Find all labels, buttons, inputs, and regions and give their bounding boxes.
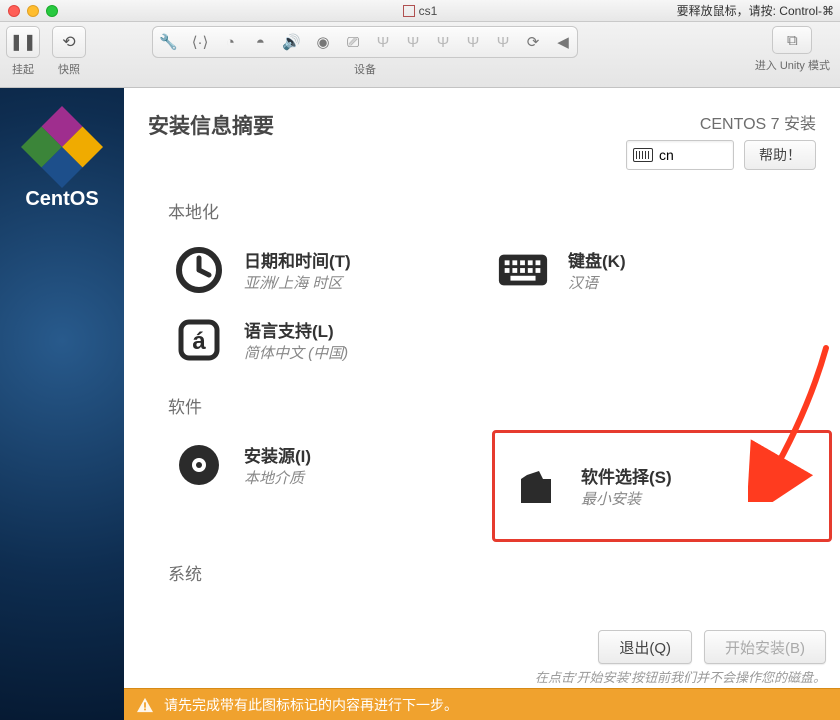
sound-icon[interactable]: 🔊 [282, 33, 301, 51]
network-icon[interactable]: ⟨·⟩ [192, 33, 209, 51]
warning-icon [136, 697, 154, 713]
refresh-icon[interactable]: ⟳ [525, 33, 541, 51]
brand-text: CentOS [25, 188, 98, 211]
spoke-status: 本地介质 [244, 467, 311, 488]
svg-text:á: á [192, 328, 206, 355]
vm-icon [403, 5, 415, 17]
package-icon [509, 459, 563, 513]
unity-label: 进入 Unity 模式 [755, 57, 830, 73]
spoke-kdump[interactable]: KDUMP [492, 597, 802, 606]
spoke-title: 语言支持(L) [244, 317, 348, 342]
zoom-icon[interactable] [46, 5, 58, 17]
harddrive-icon [172, 605, 226, 606]
quit-button[interactable]: 退出(Q) [598, 630, 692, 664]
printer-icon[interactable]: ⎚ [345, 34, 361, 51]
keyboard-big-icon [496, 243, 550, 297]
disc-icon [172, 438, 226, 492]
begin-install-button[interactable]: 开始安装(B) [704, 630, 826, 664]
spoke-title: 软件选择(S) [581, 463, 672, 488]
warning-bar: 请先完成带有此图标标记的内容再进行下一步。 [124, 688, 840, 720]
installer-sidebar: CentOS [0, 88, 124, 720]
usb-icon[interactable]: Ψ [375, 34, 391, 51]
spoke-status: 汉语 [568, 272, 626, 293]
usb-icon[interactable]: Ψ [435, 34, 451, 51]
cdrom-icon[interactable]: ◓ [252, 34, 268, 51]
spoke-datetime[interactable]: 日期和时间(T) 亚洲/上海 时区 [168, 235, 478, 305]
mac-titlebar: cs1 要释放鼠标，请按: Control-⌘ [0, 0, 840, 22]
spoke-install-destination[interactable]: 安装位置(D) [168, 597, 478, 606]
help-button[interactable]: 帮助！ [744, 140, 816, 170]
snapshot-button[interactable]: ⟲ 快照 [52, 26, 86, 77]
installer-pane: 安装信息摘要 CENTOS 7 安装 cn 帮助！ 本地化 [124, 88, 840, 720]
spoke-status: 最小安装 [581, 488, 672, 509]
spoke-keyboard[interactable]: 键盘(K) 汉语 [492, 235, 802, 305]
minimize-icon[interactable] [27, 5, 39, 17]
usb-icon[interactable]: Ψ [495, 34, 511, 51]
clock-arrow-icon: ⟲ [62, 32, 75, 52]
spoke-status: 亚洲/上海 时区 [244, 272, 351, 293]
suspend-button[interactable]: ❚❚ 挂起 [6, 26, 40, 77]
wrench-icon[interactable]: 🔧 [159, 33, 178, 51]
devices-label: 设备 [354, 61, 376, 77]
keyboard-icon [633, 148, 653, 162]
spoke-title: 日期和时间(T) [244, 247, 351, 272]
suspend-label: 挂起 [12, 61, 34, 77]
spoke-software-selection[interactable]: 软件选择(S) 最小安装 [492, 430, 832, 542]
keyboard-layout-selector[interactable]: cn [626, 140, 734, 170]
window-title-text: cs1 [419, 4, 438, 18]
harddisk-icon[interactable]: ◔ [222, 34, 238, 51]
spoke-status: 简体中文 (中国) [244, 342, 348, 363]
snapshot-label: 快照 [58, 61, 80, 77]
unity-icon: ⧉ [787, 32, 798, 49]
layout-code: cn [659, 147, 674, 163]
unity-button[interactable]: ⧉ 进入 Unity 模式 [755, 26, 830, 73]
spoke-title: 键盘(K) [568, 247, 626, 272]
language-icon: á [172, 313, 226, 367]
spoke-title: 安装源(I) [244, 442, 311, 467]
section-system: 系统 [168, 560, 816, 585]
usb-icon[interactable]: Ψ [465, 34, 481, 51]
device-cluster[interactable]: 🔧 ⟨·⟩ ◔ ◓ 🔊 ◉ ⎚ Ψ Ψ Ψ Ψ Ψ ⟳ ◀ [152, 26, 578, 58]
window-controls [0, 5, 58, 17]
section-localization: 本地化 [168, 198, 816, 223]
kdump-icon [496, 605, 550, 606]
pause-icon: ❚❚ [10, 32, 37, 52]
camera-icon[interactable]: ◉ [315, 33, 331, 51]
warning-text: 请先完成带有此图标标记的内容再进行下一步。 [164, 695, 458, 715]
vm-toolbar: ❚❚ 挂起 ⟲ 快照 🔧 ⟨·⟩ ◔ ◓ 🔊 ◉ ⎚ Ψ Ψ Ψ Ψ Ψ ⟳ ◀… [0, 22, 840, 88]
mouse-release-hint: 要释放鼠标，请按: Control-⌘ [677, 2, 834, 19]
product-title: CENTOS 7 安装 [626, 110, 816, 134]
centos-logo-icon [21, 106, 103, 188]
close-icon[interactable] [8, 5, 20, 17]
chevron-left-icon[interactable]: ◀ [555, 33, 571, 51]
section-software: 软件 [168, 393, 816, 418]
clock-icon [172, 243, 226, 297]
disk-hint: 在点击'开始安装'按钮前我们并不会操作您的磁盘。 [535, 667, 826, 686]
page-title: 安装信息摘要 [148, 110, 274, 140]
spoke-install-source[interactable]: 安装源(I) 本地介质 [168, 430, 478, 500]
spoke-language[interactable]: á 语言支持(L) 简体中文 (中国) [168, 305, 478, 375]
usb-icon[interactable]: Ψ [405, 34, 421, 51]
